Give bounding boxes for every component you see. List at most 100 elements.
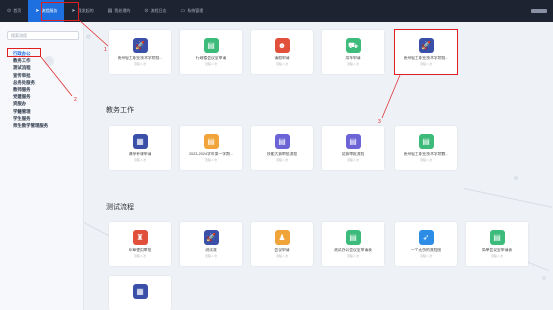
form-icon: ▤ [274, 134, 290, 149]
decoration-line [463, 188, 553, 208]
process-card[interactable]: ♜ 印章使用审批 流程 1 次 [109, 222, 171, 266]
form-icon: ▤ [418, 134, 434, 149]
process-card[interactable]: 🚀 测试流 流程 1 次 [180, 222, 242, 266]
card-title: 会议申请 [274, 248, 290, 252]
card-title: 贵州轻工职业技术学院档... [403, 56, 449, 60]
process-card[interactable]: ▤ 2023-2024学年第一学期... 流程 1 次 [180, 126, 242, 170]
calendar-icon: ▦ [132, 134, 148, 149]
nav-label: 首页 [13, 8, 22, 13]
process-card[interactable]: ▤ 测试办公会议室申请表 流程 1 次 [322, 222, 384, 266]
clock-icon: ⊙ [144, 8, 149, 14]
sidebar-list: 行政办公 教务工作 测试流程 宣传审批 总务处服务 教师服务 党建服务 资服办 … [13, 50, 48, 129]
sidebar-item-enrollment[interactable]: 学籍管理 [13, 108, 48, 115]
nav-label: 流程服务 [41, 8, 58, 13]
card-meta: 流程 1 次 [133, 254, 147, 258]
card-title: 测试办公会议室申请表 [334, 248, 372, 252]
card-title: 测试流 [205, 248, 217, 252]
rocket-icon: 🚀 [203, 230, 219, 245]
card-title: 请假申请 [274, 56, 290, 60]
process-card[interactable]: ☻ 请假申请 流程 1 次 [251, 30, 313, 74]
card-title: 印章使用审批 [128, 248, 152, 252]
form-icon: ▤ [203, 134, 219, 149]
nav-label: 我处理的 [114, 8, 131, 13]
rocket-icon: 🚀 [418, 38, 434, 53]
card-meta: 流程 1 次 [204, 254, 218, 258]
card-meta: 流程 1 次 [419, 62, 433, 66]
sidebar-item-teacher-service[interactable]: 教师服务 [13, 86, 48, 93]
decoration-dot [542, 276, 546, 280]
nav-my-initiated[interactable]: ➤ 我发起的 [64, 0, 100, 22]
process-card[interactable]: ♟ 会议申请 流程 1 次 [251, 222, 313, 266]
process-card[interactable]: ▦ [109, 276, 171, 310]
card-meta: 流程 1 次 [346, 62, 360, 66]
user-menu[interactable] [531, 9, 547, 13]
card-meta: 流程 1 次 [346, 158, 360, 162]
card-title: 课停补课申请 [128, 152, 152, 156]
nav-process-log[interactable]: ⊙ 流程日志 [137, 0, 173, 22]
decoration-dot [86, 34, 91, 39]
stamp-icon: ♜ [132, 230, 148, 245]
sidebar-item-teaching-mgmt[interactable]: 师生教学管理服务 [13, 122, 48, 129]
nav-home[interactable]: ⊙ 首页 [0, 0, 28, 22]
card-title: 技能大赛审批流程 [266, 152, 298, 156]
process-card[interactable]: ▤ 贵州轻工职业技术学院教... 流程 1 次 [395, 126, 457, 170]
sidebar-item-student-service[interactable]: 学生服务 [13, 115, 48, 122]
card-title: 用车申请 [345, 56, 361, 60]
card-meta: 流程 1 次 [275, 254, 289, 258]
section-title: 教务工作 [106, 107, 134, 114]
section-title: 测试流程 [106, 204, 134, 211]
nav-process-service[interactable]: ➤ 流程服务 [28, 0, 65, 22]
sidebar-item-academic[interactable]: 教务工作 [13, 57, 48, 64]
sidebar-item-general-affairs[interactable]: 总务处服务 [13, 79, 48, 86]
form-icon: ▤ [489, 230, 505, 245]
search-input[interactable]: 搜索流程 [7, 31, 79, 40]
process-card[interactable]: ▦ 课停补课申请 流程 1 次 [109, 126, 171, 170]
process-card[interactable]: ⛟ 用车申请 流程 1 次 [322, 30, 384, 74]
top-nav-bar: ⊙ 首页 ➤ 流程服务 ➤ 我发起的 ▤ 我处理的 ⊙ 流程日志 ▭ 系统管理 [0, 0, 553, 22]
annotation-marker: 2 [74, 97, 77, 103]
process-card[interactable]: ▤ 技能大赛审批流程 流程 1 次 [251, 126, 313, 170]
rocket-icon: 🚀 [132, 38, 148, 53]
card-meta: 流程 1 次 [204, 62, 218, 66]
podium-icon: ♟ [274, 230, 290, 245]
card-meta: 流程 1 次 [346, 254, 360, 258]
sidebar-item-party-service[interactable]: 党建服务 [13, 93, 48, 100]
card-meta: 流程 1 次 [275, 158, 289, 162]
process-card[interactable]: 🚀 贵州轻工职业技术学院档... 流程 1 次 [395, 30, 457, 74]
process-card[interactable]: ▤ 行政楼会议室申请 流程 1 次 [180, 30, 242, 74]
card-title: 贵州轻工职业技术学院档... [117, 56, 163, 60]
card-title: 竞赛审批流程 [341, 152, 365, 156]
card-title: 2023-2024学年第一学期... [188, 152, 234, 156]
nav-system-admin[interactable]: ▭ 系统管理 [174, 0, 211, 22]
card-title: 一个无伤的流程图 [410, 248, 442, 252]
card-meta: 流程 1 次 [419, 254, 433, 258]
nav-label: 流程日志 [150, 8, 167, 13]
process-card[interactable]: ➶ 一个无伤的流程图 流程 1 次 [395, 222, 457, 266]
decoration-dot [514, 176, 518, 180]
process-card[interactable]: ▤ 简单会议室申请表 流程 1 次 [466, 222, 528, 266]
nav-my-processed[interactable]: ▤ 我处理的 [101, 0, 138, 22]
card-meta: 流程 1 次 [490, 254, 504, 258]
sidebar-item-publicity[interactable]: 宣传审批 [13, 72, 48, 79]
main-content: 🚀 贵州轻工职业技术学院档... 流程 1 次 ▤ 行政楼会议室申请 流程 1 … [84, 22, 553, 310]
form-icon: ▤ [203, 38, 219, 53]
folder-icon: ▭ [180, 8, 186, 14]
card-meta: 流程 1 次 [133, 62, 147, 66]
sidebar-item-funding[interactable]: 资服办 [13, 100, 48, 107]
sidebar-item-test-process[interactable]: 测试流程 [13, 64, 48, 71]
process-card[interactable]: 🚀 贵州轻工职业技术学院档... 流程 1 次 [109, 30, 171, 74]
process-card[interactable]: ▤ 竞赛审批流程 流程 1 次 [322, 126, 384, 170]
home-icon: ⊙ [7, 8, 12, 14]
form-icon: ▤ [345, 134, 361, 149]
card-meta: 流程 1 次 [204, 158, 218, 162]
sidebar: 搜索流程 行政办公 教务工作 测试流程 宣传审批 总务处服务 教师服务 党建服务… [0, 22, 84, 310]
card-title: 贵州轻工职业技术学院教... [403, 152, 449, 156]
calendar-icon: ▦ [132, 284, 148, 299]
card-meta: 流程 1 次 [133, 158, 147, 162]
document-icon: ▤ [107, 8, 113, 14]
car-icon: ⛟ [345, 38, 361, 53]
card-title: 简单会议室申请表 [481, 248, 513, 252]
sidebar-item-admin-office[interactable]: 行政办公 [13, 50, 48, 57]
send-icon: ➤ [35, 8, 40, 14]
card-meta: 流程 1 次 [419, 158, 433, 162]
